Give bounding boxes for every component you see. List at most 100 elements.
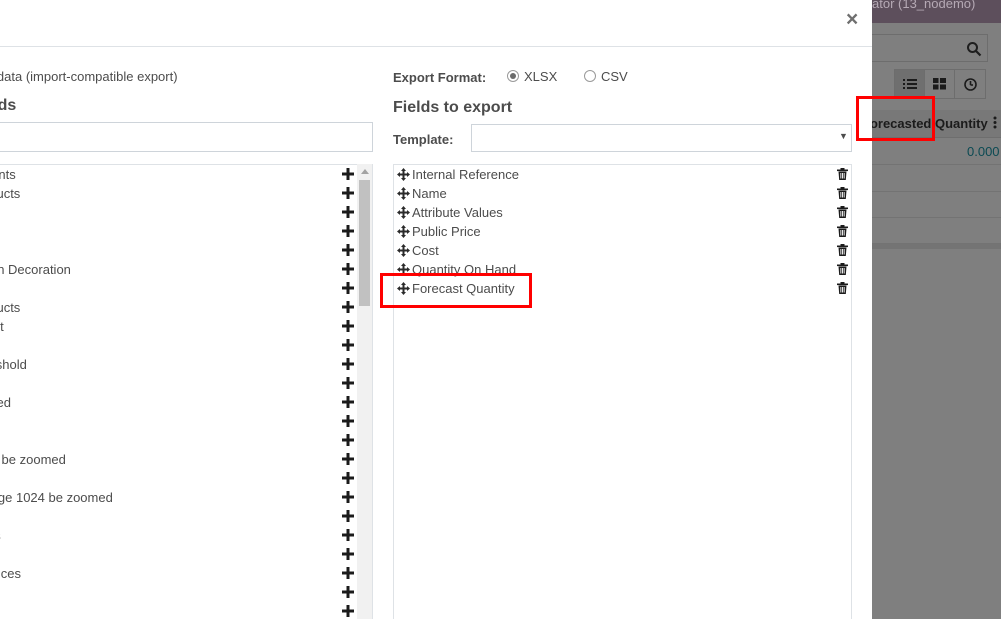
available-field-label: 1024 be zoomed [0,452,66,467]
trash-icon[interactable] [837,187,848,199]
export-field-label: Internal Reference [412,167,519,182]
plus-icon[interactable] [342,548,354,560]
format-label-xlsx[interactable]: XLSX [524,69,557,84]
list-view-icon [902,79,917,89]
available-field-item[interactable] [0,583,357,602]
export-field-item[interactable]: Cost [394,241,851,260]
available-field-item[interactable]: Products [0,298,357,317]
format-label-csv[interactable]: CSV [601,69,628,84]
plus-icon[interactable] [342,567,354,579]
format-radio-xlsx[interactable] [507,70,519,82]
available-field-item[interactable] [0,241,357,260]
table-row[interactable] [872,192,1001,218]
available-field-item[interactable]: 1024 be zoomed [0,450,357,469]
plus-icon[interactable] [342,453,354,465]
available-field-label: t Image 1024 be zoomed [0,490,113,505]
available-field-item[interactable] [0,374,357,393]
import-compatible-label[interactable]: date data (import-compatible export) [0,69,178,84]
plus-icon[interactable] [342,358,354,370]
available-field-item[interactable]: t [0,545,357,564]
available-fields-title: Fields [0,97,17,114]
plus-icon[interactable] [342,377,354,389]
available-field-label: n Indices [0,566,22,581]
available-field-item[interactable]: outes [0,526,357,545]
available-field-item[interactable] [0,507,357,526]
format-radio-csv[interactable] [584,70,596,82]
export-field-label: Attribute Values [412,205,503,220]
plus-icon[interactable] [342,206,354,218]
close-icon[interactable]: × [846,9,858,30]
plus-icon[interactable] [342,187,354,199]
available-fields-list: Variants Products ded eption Decoration te Pr… [0,164,373,619]
plus-icon[interactable] [342,472,354,484]
plus-icon[interactable] [342,301,354,313]
plus-icon[interactable] [342,168,354,180]
available-field-item[interactable]: Products [0,184,357,203]
available-field-item[interactable]: n Indices [0,564,357,583]
available-field-item[interactable] [0,222,357,241]
move-icon[interactable] [397,225,410,238]
template-label: Template: [393,132,454,147]
available-field-item[interactable]: d [0,431,357,450]
trash-icon[interactable] [837,282,848,294]
column-options-icon[interactable] [993,116,997,129]
plus-icon[interactable] [342,510,354,522]
available-field-item[interactable]: t Image 1024 be zoomed [0,488,357,507]
plus-icon[interactable] [342,415,354,427]
move-icon[interactable] [397,244,410,257]
scrollbar-thumb[interactable] [359,180,370,306]
activity-view-button[interactable] [955,70,985,98]
trash-icon[interactable] [837,206,848,218]
trash-icon[interactable] [837,244,848,256]
available-field-label: Products [0,300,21,315]
kanban-view-button[interactable] [925,70,956,98]
plus-icon[interactable] [342,225,354,237]
plus-icon[interactable] [342,586,354,598]
available-field-label: Threshold [0,357,27,372]
available-field-item[interactable]: lues [0,336,357,355]
plus-icon[interactable] [342,434,354,446]
chevron-down-icon[interactable]: ▼ [839,131,848,141]
trash-icon[interactable] [837,225,848,237]
plus-icon[interactable] [342,491,354,503]
available-field-item[interactable]: Count [0,317,357,336]
plus-icon[interactable] [342,263,354,275]
plus-icon[interactable] [342,605,354,617]
export-field-item[interactable]: Attribute Values [394,203,851,222]
move-icon[interactable] [397,187,410,200]
plus-icon[interactable] [342,282,354,294]
plus-icon[interactable] [342,244,354,256]
highlight-box-forecast-quantity [380,273,532,308]
table-row[interactable] [872,166,1001,192]
available-field-item[interactable]: te [0,279,357,298]
available-field-item[interactable]: Variants [0,165,357,184]
template-select[interactable] [471,124,852,152]
user-menu[interactable]: ator (13_nodemo) [872,0,975,23]
available-field-label: Products [0,186,21,201]
available-field-label: Variants [0,167,16,182]
export-field-item[interactable]: Internal Reference [394,165,851,184]
list-view-button[interactable] [895,70,926,98]
move-icon[interactable] [397,168,410,181]
available-field-item[interactable]: Threshold [0,355,357,374]
available-field-item[interactable]: chased [0,393,357,412]
move-icon[interactable] [397,206,410,219]
trash-icon[interactable] [837,263,848,275]
plus-icon[interactable] [342,529,354,541]
plus-icon[interactable] [342,396,354,408]
available-field-item[interactable] [0,602,357,619]
table-footer [872,244,1001,249]
scroll-up-icon[interactable] [361,169,369,174]
available-field-item[interactable]: n [0,469,357,488]
export-field-item[interactable]: Public Price [394,222,851,241]
available-field-item[interactable]: nt [0,412,357,431]
table-row[interactable] [872,218,1001,244]
trash-icon[interactable] [837,168,848,180]
available-fields-search-input[interactable] [0,122,373,152]
available-field-item[interactable]: eption Decoration [0,260,357,279]
search-icon[interactable] [966,41,982,57]
available-field-item[interactable]: ded [0,203,357,222]
plus-icon[interactable] [342,320,354,332]
export-field-item[interactable]: Name [394,184,851,203]
plus-icon[interactable] [342,339,354,351]
